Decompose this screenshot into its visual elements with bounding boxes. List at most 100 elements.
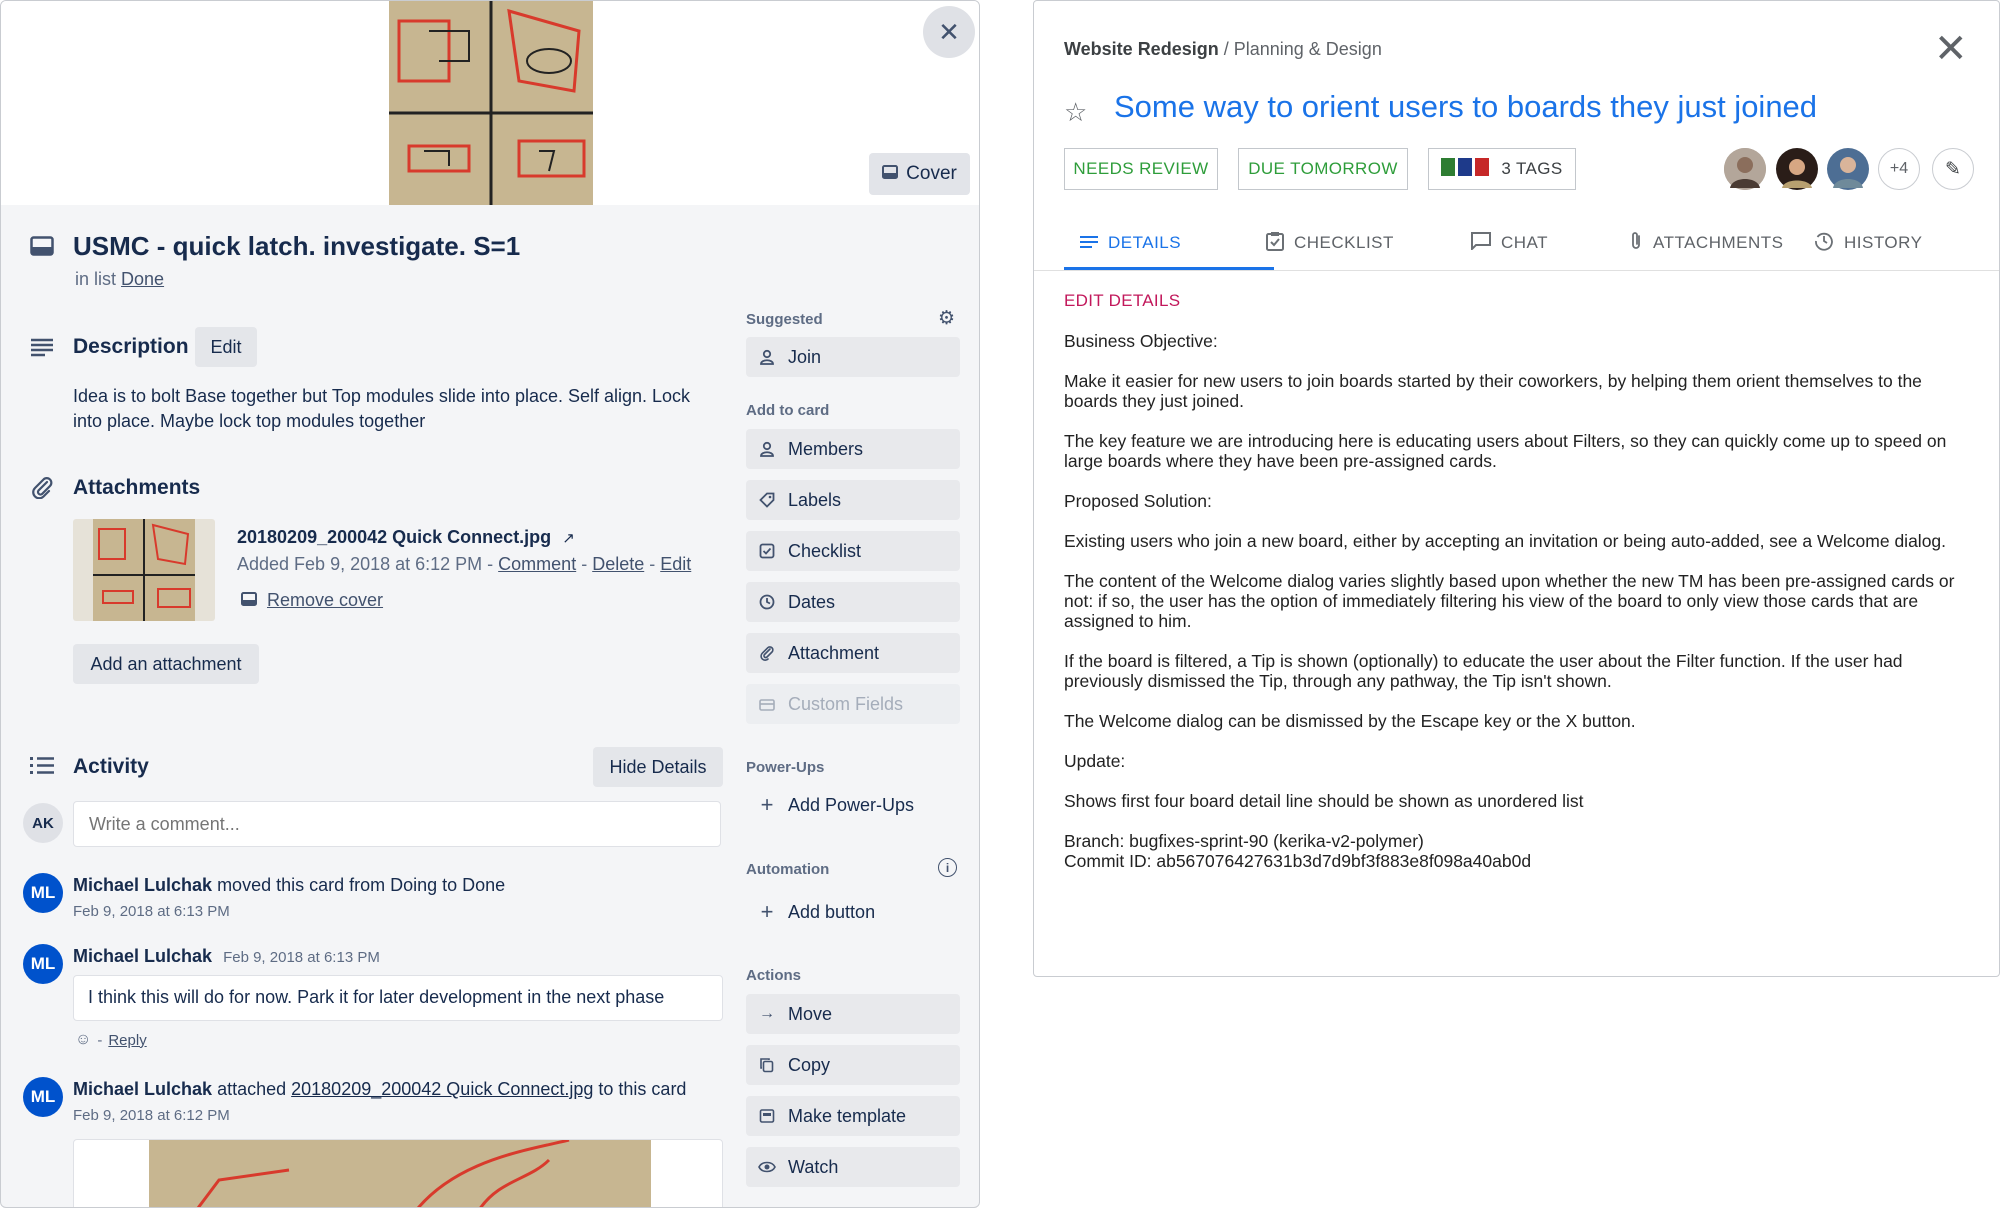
make-template-button[interactable]: Make template [746, 1096, 960, 1136]
tab-history[interactable]: HISTORY [1814, 215, 1922, 271]
list-info: in list Done [75, 269, 164, 290]
plus-icon: + [760, 899, 774, 924]
attachment-button[interactable]: Attachment [746, 633, 960, 673]
automation-label: Automation [746, 861, 830, 878]
attachment-delete-link[interactable]: Delete [592, 554, 644, 574]
attachment-comment-link[interactable]: Comment [498, 554, 576, 574]
chat-icon [1471, 231, 1491, 255]
comment-input[interactable] [73, 801, 721, 847]
members-label: Members [788, 438, 864, 459]
add-attachment-button[interactable]: Add an attachment [73, 644, 259, 684]
edit-members-button[interactable]: ✎ [1932, 148, 1974, 190]
person-icon [758, 349, 776, 365]
join-button[interactable]: Join [746, 337, 960, 377]
details-paragraph: The content of the Welcome dialog varies… [1064, 571, 1955, 631]
breadcrumb-column[interactable]: Planning & Design [1234, 39, 1382, 59]
close-icon[interactable]: ✕ [1934, 29, 1968, 69]
avatar[interactable]: ML [23, 873, 63, 913]
activity-entry: Michael Lulchak attached 20180209_200042… [73, 1079, 686, 1100]
info-icon[interactable]: i [938, 858, 957, 877]
cover-button[interactable]: Cover [869, 153, 970, 195]
copy-label: Copy [788, 1054, 831, 1075]
tab-details[interactable]: DETAILS [1080, 215, 1181, 271]
cover-image[interactable] [389, 1, 593, 205]
card-title[interactable]: Some way to orient users to boards they … [1114, 89, 1817, 125]
dates-button[interactable]: Dates [746, 582, 960, 622]
activity-icon [27, 751, 57, 781]
labels-button[interactable]: Labels [746, 480, 960, 520]
avatar[interactable] [1724, 148, 1766, 190]
activity-user-name[interactable]: Michael Lulchak [73, 1079, 212, 1099]
details-paragraph: Proposed Solution: [1064, 491, 1212, 511]
activity-file-link[interactable]: 20180209_200042 Quick Connect.jpg [291, 1079, 593, 1099]
history-icon [1814, 231, 1834, 256]
commit-line: Commit ID: ab567076427631b3d7d9bf3f883e8… [1064, 851, 1532, 871]
activity-timestamp[interactable]: Feb 9, 2018 at 6:13 PM [73, 903, 230, 920]
tab-attachments[interactable]: ATTACHMENTS [1629, 215, 1783, 271]
emoji-icon[interactable]: ☺ [75, 1031, 91, 1049]
members-button[interactable]: Members [746, 429, 960, 469]
checklist-button[interactable]: Checklist [746, 531, 960, 571]
custom-fields-label: Custom Fields [788, 693, 904, 714]
tab-checklist-label: CHECKLIST [1294, 233, 1394, 252]
card-title[interactable]: USMC - quick latch. investigate. S=1 [73, 231, 520, 262]
avatar[interactable]: ML [23, 1077, 63, 1117]
trello-card-window: ✕ Cover USMC - quick latch. investigate.… [0, 0, 980, 1208]
details-paragraph: Shows first four board detail line shoul… [1064, 791, 1584, 811]
avatar[interactable] [1776, 148, 1818, 190]
description-edit-button[interactable]: Edit [195, 327, 257, 367]
open-external-icon[interactable]: ↗ [562, 530, 575, 547]
card-cover [1, 1, 979, 205]
details-paragraph: The Welcome dialog can be dismissed by t… [1064, 711, 1636, 731]
breadcrumb-board[interactable]: Website Redesign [1064, 39, 1219, 59]
activity-user-name[interactable]: Michael Lulchak [73, 946, 212, 966]
close-icon[interactable]: ✕ [923, 6, 975, 58]
activity-timestamp[interactable]: Feb 9, 2018 at 6:13 PM [223, 949, 380, 966]
gear-icon[interactable]: ⚙ [938, 307, 955, 330]
star-icon[interactable]: ☆ [1064, 97, 1087, 128]
list-link[interactable]: Done [121, 269, 164, 289]
add-power-ups-button[interactable]: + Add Power-Ups [746, 785, 960, 825]
custom-fields-button[interactable]: Custom Fields [746, 684, 960, 724]
reply-link[interactable]: Reply [108, 1032, 146, 1049]
remove-cover-label[interactable]: Remove cover [267, 590, 383, 611]
edit-details-link[interactable]: EDIT DETAILS [1064, 291, 1180, 311]
join-label: Join [788, 346, 822, 367]
remove-cover-link[interactable]: Remove cover [241, 590, 383, 611]
description-heading: Description [73, 335, 189, 358]
custom-fields-icon [758, 697, 776, 711]
dates-label: Dates [788, 591, 836, 612]
lines-icon [1080, 233, 1098, 254]
activity-user-name[interactable]: Michael Lulchak [73, 875, 212, 895]
more-members-button[interactable]: +4 [1878, 148, 1920, 190]
tab-chat[interactable]: CHAT [1471, 215, 1548, 271]
move-button[interactable]: → Move [746, 994, 960, 1034]
attachment-filename[interactable]: 20180209_200042 Quick Connect.jpg [237, 527, 551, 547]
details-paragraph: Update: [1064, 751, 1126, 771]
copy-button[interactable]: Copy [746, 1045, 960, 1085]
tab-checklist[interactable]: CHECKLIST [1266, 215, 1394, 271]
description-text[interactable]: Idea is to bolt Base together but Top mo… [73, 384, 723, 434]
attachment-label: Attachment [788, 642, 880, 663]
checkbox-icon [758, 543, 776, 559]
tab-attachments-label: ATTACHMENTS [1653, 233, 1784, 252]
avatar[interactable]: ML [23, 944, 63, 984]
attachment-edit-link[interactable]: Edit [660, 554, 691, 574]
activity-timestamp[interactable]: Feb 9, 2018 at 6:12 PM [73, 1107, 230, 1124]
avatar[interactable] [1827, 148, 1869, 190]
add-button-button[interactable]: + Add button [746, 892, 960, 932]
needs-review-tag[interactable]: NEEDS REVIEW [1064, 148, 1218, 190]
attachment-file[interactable]: 20180209_200042 Quick Connect.jpg ↗ [237, 527, 575, 548]
details-body: Business Objective: Make it easier for n… [1064, 331, 1969, 891]
add-to-card-label: Add to card [746, 402, 830, 419]
breadcrumb: Website Redesign / Planning & Design [1064, 39, 1382, 59]
watch-button[interactable]: Watch [746, 1147, 960, 1187]
move-label: Move [788, 1003, 833, 1024]
tags-button[interactable]: 3 TAGS [1428, 148, 1576, 190]
avatar[interactable]: AK [23, 803, 63, 843]
due-tomorrow-tag[interactable]: DUE TOMORROW [1238, 148, 1408, 190]
attachment-preview[interactable] [73, 1139, 723, 1207]
kerika-card-window: Website Redesign / Planning & Design ✕ ☆… [1033, 0, 2000, 977]
hide-details-button[interactable]: Hide Details [593, 747, 723, 787]
attachment-thumbnail[interactable] [73, 519, 215, 621]
